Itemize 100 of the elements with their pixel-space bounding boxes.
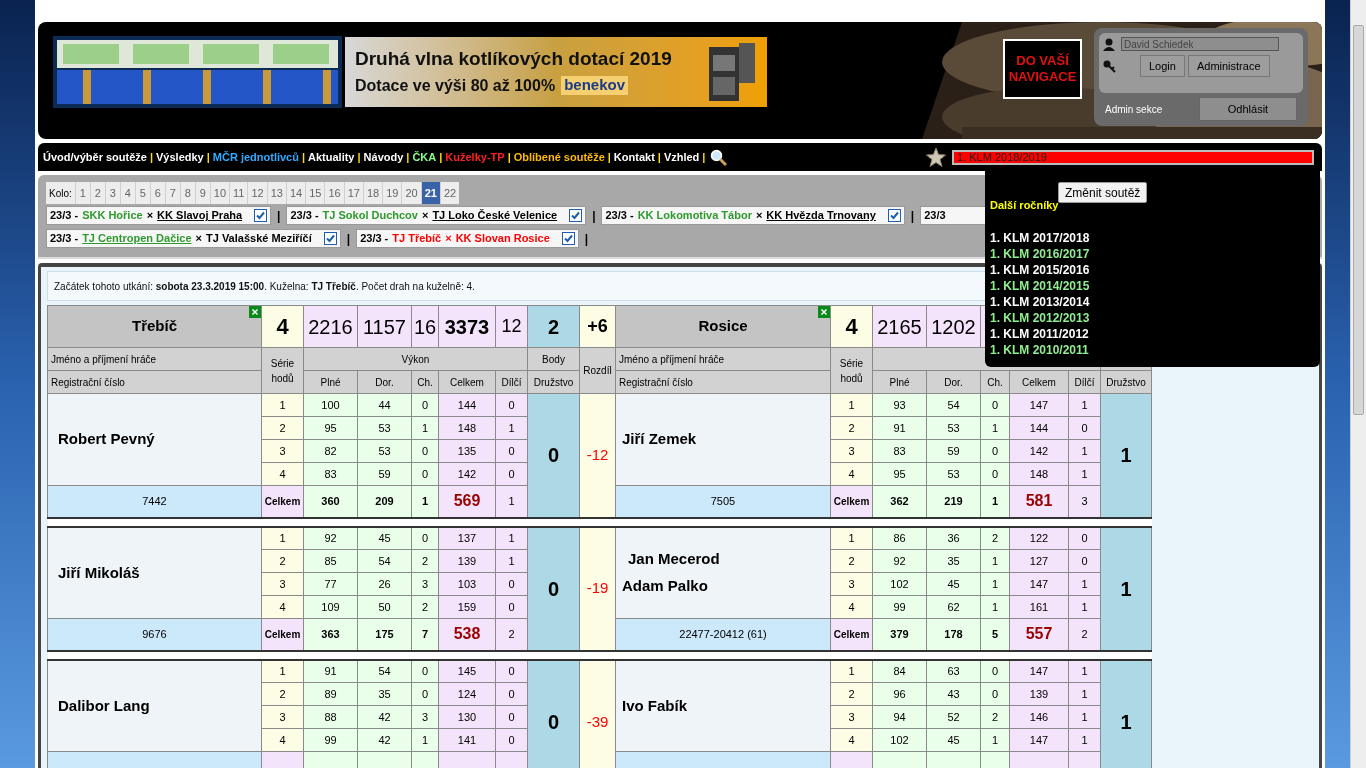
nav-link[interactable]: MČR jednotlivců bbox=[212, 148, 299, 166]
table-cell: 581 bbox=[1009, 485, 1069, 518]
player-name: Robert Pevný bbox=[58, 429, 156, 450]
ad-title: Druhá vlna kotlíkových dotací 2019 bbox=[355, 49, 672, 69]
round-tab[interactable]: 3 bbox=[104, 182, 120, 204]
player-name: Jiří Mikoláš bbox=[58, 562, 141, 583]
match-separator: | bbox=[277, 207, 281, 225]
away-team: KK Slavoj Praha bbox=[157, 208, 243, 224]
season-link[interactable]: 1. KLM 2011/2012 bbox=[990, 325, 1089, 342]
nav-link[interactable]: Návody bbox=[363, 148, 404, 166]
round-tab[interactable]: 21 bbox=[420, 182, 440, 204]
nav-link[interactable]: Úvod/výběr soutěže bbox=[43, 148, 147, 166]
season-link[interactable]: 1. KLM 2014/2015 bbox=[990, 277, 1090, 294]
table-cell: 175 bbox=[357, 618, 412, 651]
checkbox[interactable] bbox=[254, 209, 268, 222]
match-separator: | bbox=[584, 230, 589, 248]
navigation-logo[interactable]: DO VAŠÍ NAVIGACE bbox=[1003, 39, 1082, 99]
competition-select[interactable]: 1. KLM 2018/2019 bbox=[952, 149, 1314, 165]
table-cell: Výkon bbox=[303, 347, 528, 371]
match-chip[interactable]: 23/3 - SKK Hořice × KK Slavoj Praha bbox=[46, 206, 272, 225]
nav-link[interactable]: Vzhled bbox=[663, 148, 700, 166]
round-tab[interactable]: 16 bbox=[324, 182, 344, 204]
search-icon[interactable] bbox=[710, 148, 728, 166]
key-icon bbox=[1103, 59, 1116, 73]
nav-link[interactable]: Kuželky-TP bbox=[445, 148, 505, 166]
round-tab[interactable]: 18 bbox=[362, 182, 383, 204]
nav-separator: | bbox=[406, 149, 410, 165]
table-cell: 362 bbox=[872, 485, 927, 518]
round-tab[interactable]: 9 bbox=[194, 182, 210, 204]
round-tab[interactable]: 15 bbox=[305, 182, 325, 204]
round-tab[interactable]: 13 bbox=[266, 182, 286, 204]
checkbox[interactable] bbox=[323, 232, 337, 245]
nav-link[interactable]: Oblíbené soutěže bbox=[513, 148, 605, 166]
match-date: 23/3 - bbox=[605, 208, 634, 224]
table-cell: 1202 bbox=[926, 305, 981, 348]
round-tab[interactable]: 11 bbox=[229, 182, 248, 204]
home-team: TJ Třebíč bbox=[392, 231, 442, 247]
table-cell: 1 bbox=[1100, 393, 1152, 518]
season-link[interactable]: 1. KLM 2015/2016 bbox=[990, 261, 1090, 278]
checkbox[interactable] bbox=[561, 232, 575, 245]
season-link[interactable]: 1. KLM 2012/2013 bbox=[990, 309, 1090, 326]
away-team: KK Hvězda Trnovany bbox=[766, 208, 876, 224]
change-competition-button[interactable]: Změnit soutěž bbox=[1058, 182, 1148, 203]
round-tab[interactable]: 8 bbox=[179, 182, 195, 204]
table-cell: 12 bbox=[495, 305, 528, 348]
advertisement-banner[interactable]: Druhá vlna kotlíkových dotací 2019 Dotace ve výši 80 až 100% benekov bbox=[345, 37, 767, 107]
table-cell: -19 bbox=[579, 526, 616, 651]
round-tab[interactable]: 20 bbox=[401, 182, 421, 204]
checkbox[interactable] bbox=[569, 209, 583, 222]
season-link[interactable]: 1. KLM 2016/2017 bbox=[990, 245, 1090, 262]
nav-separator: | bbox=[206, 149, 210, 165]
table-cell: 4 bbox=[830, 305, 873, 348]
match-chip[interactable]: 23/3 - KK Lokomotiva Tábor × KK Hvězda Trnovany bbox=[601, 206, 905, 225]
match-chip[interactable]: 23/3 - TJ Sokol Duchcov × TJ Loko České Velenice bbox=[286, 206, 587, 225]
home-team: KK Lokomotiva Tábor bbox=[637, 208, 752, 224]
brand-logo: benekov bbox=[561, 76, 628, 95]
table-cell: 2 bbox=[527, 305, 580, 348]
round-tab[interactable]: 7 bbox=[164, 182, 180, 204]
nav-link[interactable]: Kontakt bbox=[613, 148, 655, 166]
table-cell: 0 bbox=[527, 526, 580, 651]
table-cell: 1 bbox=[1100, 659, 1152, 768]
table-cell: 569 bbox=[438, 485, 496, 518]
star-icon[interactable] bbox=[926, 147, 946, 167]
round-tab[interactable]: 5 bbox=[134, 182, 150, 204]
checkbox[interactable] bbox=[887, 209, 901, 222]
round-tab[interactable]: 10 bbox=[209, 182, 230, 204]
nav-link[interactable]: ČKA bbox=[412, 148, 437, 166]
round-tab[interactable]: 17 bbox=[343, 182, 363, 204]
table-cell: 2216 bbox=[303, 305, 358, 348]
login-button[interactable]: Administrace bbox=[1187, 55, 1270, 77]
close-icon[interactable] bbox=[818, 306, 830, 318]
close-icon[interactable] bbox=[249, 306, 261, 318]
table-cell: 0 bbox=[527, 393, 580, 518]
round-tab[interactable]: 19 bbox=[382, 182, 402, 204]
round-tab[interactable]: 1 bbox=[74, 182, 90, 204]
table-cell: +6 bbox=[579, 305, 616, 348]
round-tab[interactable]: 2 bbox=[89, 182, 105, 204]
table-cell: 209 bbox=[357, 485, 412, 518]
nav-link[interactable]: Aktuality bbox=[308, 148, 355, 166]
table-cell: 363 bbox=[303, 618, 358, 651]
season-link[interactable]: 1. KLM 2010/2011 bbox=[990, 341, 1089, 358]
round-tab[interactable]: 22 bbox=[439, 182, 460, 204]
round-tab[interactable]: 14 bbox=[285, 182, 306, 204]
nav-separator: | bbox=[357, 149, 361, 165]
round-tab[interactable]: 6 bbox=[149, 182, 165, 204]
login-button[interactable]: Login bbox=[1140, 55, 1185, 77]
match-chip[interactable]: 23/3 - TJ Centropen Dačice × TJ Valašské Meziříčí bbox=[46, 229, 341, 248]
season-link[interactable]: 1. KLM 2017/2018 bbox=[990, 229, 1090, 246]
match-chip[interactable]: 23/3 - TJ Třebíč × KK Slovan Rosice bbox=[356, 229, 579, 248]
round-tab[interactable]: 4 bbox=[119, 182, 135, 204]
table-cell: -39 bbox=[579, 659, 616, 768]
table-cell: 538 bbox=[438, 618, 496, 651]
round-tab[interactable]: 12 bbox=[247, 182, 267, 204]
season-link[interactable]: 1. KLM 2013/2014 bbox=[990, 293, 1090, 310]
table-cell: 1 bbox=[1100, 526, 1152, 651]
away-team: KK Slovan Rosice bbox=[455, 231, 550, 247]
logout-button[interactable]: Odhlásit bbox=[1199, 97, 1297, 121]
scrollbar[interactable] bbox=[1350, 0, 1366, 768]
nav-separator: | bbox=[607, 149, 611, 165]
nav-link[interactable]: Výsledky bbox=[156, 148, 204, 166]
